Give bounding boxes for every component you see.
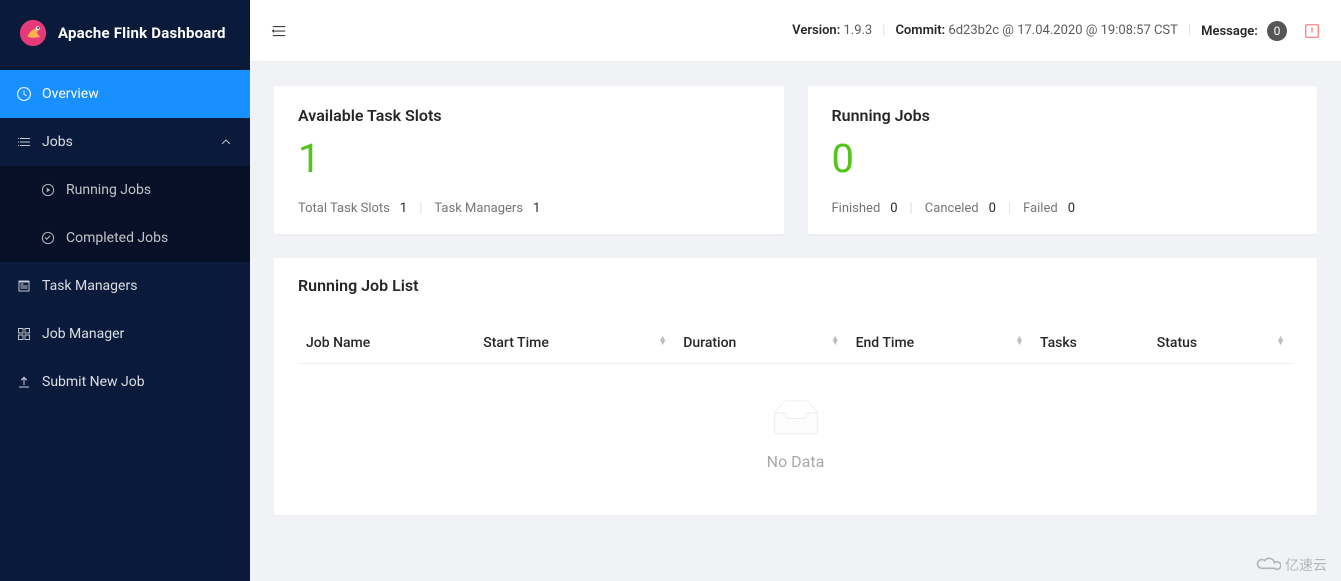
card-running-jobs: Running Jobs 0 Finished 0 | Canceled 0 |… xyxy=(808,86,1318,234)
table-header-cell[interactable]: End Time ▲▼ xyxy=(848,323,1032,364)
running-job-list-panel: Running Job List Job NameStart Time▲▼Dur… xyxy=(274,258,1317,515)
table-header-row: Job Name Start Time ▲▼ Duration ▲▼ End Time ▲▼… xyxy=(298,323,1293,364)
stat-value: 0 xyxy=(989,201,996,216)
separator: | xyxy=(419,201,422,216)
table-header-cell[interactable]: Status ▲▼ xyxy=(1149,323,1293,364)
commit-info: Commit: 6d23b2c @ 17.04.2020 @ 19:08:57 … xyxy=(895,23,1177,38)
column-label: Duration xyxy=(683,335,736,351)
main-area: Version: 1.9.3 | Commit: 6d23b2c @ 17.04… xyxy=(250,0,1341,581)
nav-sub-label: Running Jobs xyxy=(66,182,151,198)
alert-icon[interactable] xyxy=(1303,22,1321,40)
nav-jobs-submenu: Running Jobs Completed Jobs xyxy=(0,166,250,262)
nav-sub-label: Completed Jobs xyxy=(66,230,168,246)
menu-fold-icon[interactable] xyxy=(270,22,288,40)
table-header-cell[interactable]: Duration ▲▼ xyxy=(675,323,847,364)
table-header-cell: Tasks xyxy=(1032,323,1149,364)
nav-label: Jobs xyxy=(42,134,73,150)
card-stats: Finished 0 | Canceled 0 | Failed 0 xyxy=(832,201,1294,216)
build-icon xyxy=(16,326,32,342)
logo-area: Apache Flink Dashboard xyxy=(0,0,250,70)
empty-icon xyxy=(766,400,826,440)
nav-label: Overview xyxy=(42,86,99,102)
stat-label: Canceled xyxy=(925,201,979,216)
card-value: 1 xyxy=(298,135,760,183)
play-circle-icon xyxy=(40,182,56,198)
job-table: Job Name Start Time ▲▼ Duration ▲▼ End Time ▲▼… xyxy=(298,323,1293,364)
separator: | xyxy=(1008,201,1011,216)
stat-value: 1 xyxy=(400,201,407,216)
column-label: Start Time xyxy=(483,335,549,351)
stat-label: Finished xyxy=(832,201,881,216)
nav-completed-jobs[interactable]: Completed Jobs xyxy=(0,214,250,262)
card-title: Available Task Slots xyxy=(298,106,760,125)
check-circle-icon xyxy=(40,230,56,246)
stat-label: Total Task Slots xyxy=(298,201,390,216)
summary-cards: Available Task Slots 1 Total Task Slots … xyxy=(274,86,1317,234)
card-task-slots: Available Task Slots 1 Total Task Slots … xyxy=(274,86,784,234)
version-label: Version: xyxy=(792,23,840,38)
bars-icon xyxy=(16,134,32,150)
nav-job-manager[interactable]: Job Manager xyxy=(0,310,250,358)
schedule-icon xyxy=(16,278,32,294)
table-header-cell: Job Name xyxy=(298,323,475,364)
sort-icon[interactable]: ▲▼ xyxy=(831,335,840,345)
commit-label: Commit: xyxy=(895,23,945,38)
sort-icon[interactable]: ▲▼ xyxy=(1015,335,1024,345)
dashboard-icon xyxy=(16,86,32,102)
message-count-badge[interactable]: 0 xyxy=(1267,21,1287,41)
stat-label: Task Managers xyxy=(434,201,523,216)
sort-icon[interactable]: ▲▼ xyxy=(658,335,667,345)
nav-jobs[interactable]: Jobs xyxy=(0,118,250,166)
stat-label: Failed xyxy=(1023,201,1058,216)
nav-overview[interactable]: Overview xyxy=(0,70,250,118)
message-label: Message: xyxy=(1201,24,1258,39)
card-value: 0 xyxy=(832,135,1294,183)
sort-icon[interactable]: ▲▼ xyxy=(1276,335,1285,345)
nav-menu: Overview Jobs Running Jobs Comple xyxy=(0,70,250,406)
sidebar: Apache Flink Dashboard Overview Jobs Run… xyxy=(0,0,250,581)
column-label: Status xyxy=(1157,335,1197,351)
content: Available Task Slots 1 Total Task Slots … xyxy=(250,62,1341,539)
card-stats: Total Task Slots 1 | Task Managers 1 xyxy=(298,201,760,216)
column-label: Tasks xyxy=(1040,335,1077,351)
separator: | xyxy=(910,201,913,216)
nav-running-jobs[interactable]: Running Jobs xyxy=(0,166,250,214)
nav-label: Task Managers xyxy=(42,278,137,294)
nav-task-managers[interactable]: Task Managers xyxy=(0,262,250,310)
stat-value: 0 xyxy=(890,201,897,216)
message-info: Message: 0 xyxy=(1201,21,1287,41)
separator: | xyxy=(882,23,885,38)
chevron-up-icon xyxy=(218,134,234,150)
nav-label: Submit New Job xyxy=(42,374,145,390)
table-header-cell[interactable]: Start Time ▲▼ xyxy=(475,323,675,364)
nav-submit-job[interactable]: Submit New Job xyxy=(0,358,250,406)
panel-title: Running Job List xyxy=(298,276,1293,295)
version-value: 1.9.3 xyxy=(843,23,872,38)
card-title: Running Jobs xyxy=(832,106,1294,125)
topbar: Version: 1.9.3 | Commit: 6d23b2c @ 17.04… xyxy=(250,0,1341,62)
separator: | xyxy=(1188,23,1191,38)
stat-value: 0 xyxy=(1068,201,1075,216)
app-title: Apache Flink Dashboard xyxy=(58,24,226,42)
stat-value: 1 xyxy=(533,201,540,216)
flink-logo-icon xyxy=(18,18,48,48)
empty-text: No Data xyxy=(298,452,1293,471)
nav-label: Job Manager xyxy=(42,326,124,342)
version-info: Version: 1.9.3 xyxy=(792,23,872,38)
upload-icon xyxy=(16,374,32,390)
column-label: Job Name xyxy=(306,335,370,351)
empty-state: No Data xyxy=(298,364,1293,479)
commit-value: 6d23b2c @ 17.04.2020 @ 19:08:57 CST xyxy=(948,23,1178,38)
column-label: End Time xyxy=(856,335,915,351)
